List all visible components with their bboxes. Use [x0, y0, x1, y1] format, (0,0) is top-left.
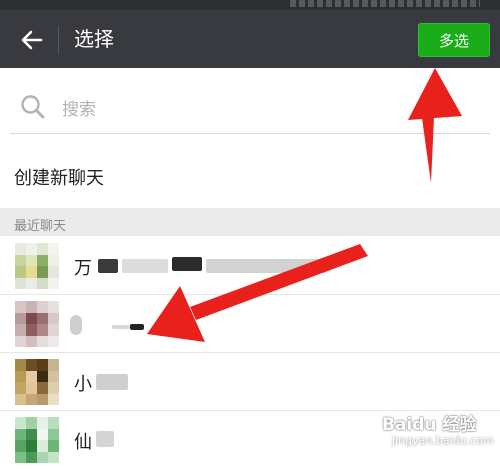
annotation-arrow-left: [147, 244, 368, 342]
annotation-arrow-up: [408, 68, 462, 183]
annotation-arrows: [147, 68, 462, 342]
